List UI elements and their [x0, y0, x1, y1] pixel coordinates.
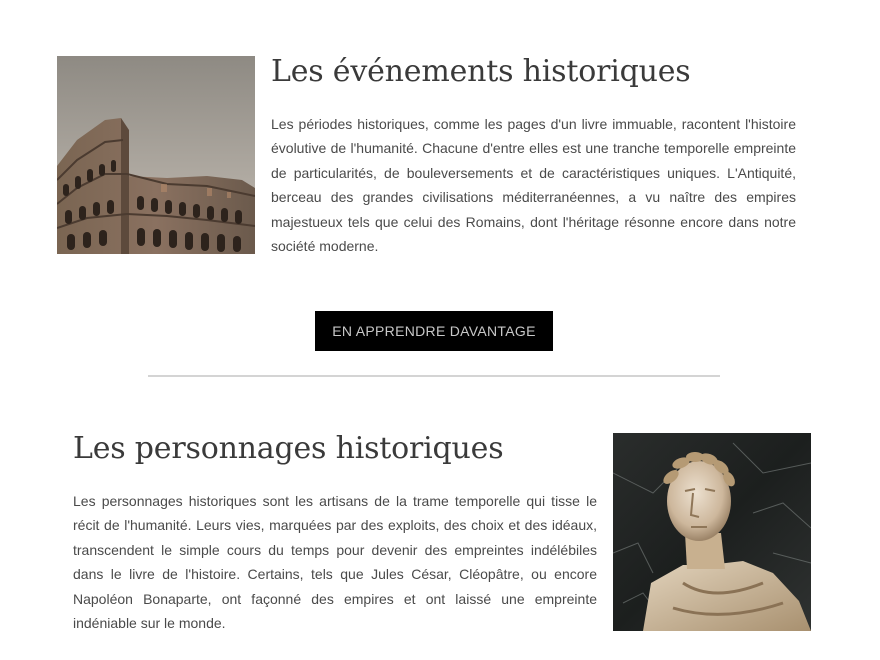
colosseum-image [57, 56, 255, 254]
caesar-bust-image [613, 433, 811, 631]
section-divider [148, 375, 720, 377]
people-section-text: Les personnages historiques sont les art… [73, 493, 597, 632]
events-section-text: Les périodes historiques, comme les page… [271, 116, 796, 255]
learn-more-button[interactable]: EN APPRENDRE DAVANTAGE [315, 311, 553, 351]
events-section-title: Les événements historiques [271, 54, 691, 89]
people-section-title: Les personnages historiques [73, 431, 504, 466]
